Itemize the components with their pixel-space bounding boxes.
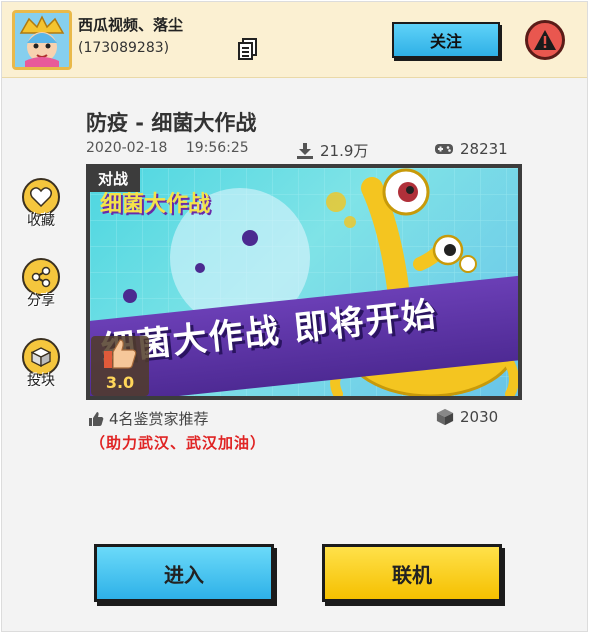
thumbs-up-icon [104,339,137,369]
enter-button[interactable]: 进入 [94,544,274,602]
rating-value: 3.0 [105,373,135,392]
document-icon[interactable] [238,38,258,60]
warning-icon [534,30,556,50]
game-title: 防疫 - 细菌大作战 [86,111,257,135]
download-icon [297,142,313,159]
recommend-info: 4名鉴赏家推荐 [88,408,209,429]
favorite-label: 收藏 [27,213,55,229]
publish-datetime: 2020-02-18 19:56:25 [86,140,249,156]
share-label: 分享 [27,293,55,309]
like-icon [89,411,104,426]
favorite-button[interactable]: 收藏 [21,178,61,230]
report-button[interactable] [525,20,565,60]
avatar-image [15,13,69,67]
rating-badge: 3.0 [91,336,149,396]
cube-count: 2030 [436,408,498,426]
author-header: 西瓜视频、落尘 (173089283) 关注 [2,2,587,78]
mode-tag: 对战 [86,164,140,192]
username: 西瓜视频、落尘 [78,16,184,34]
follow-button[interactable]: 关注 [392,22,500,58]
avatar[interactable] [12,10,72,70]
vote-cube-label: 投块 [27,373,55,389]
slogan-text: （助力武汉、武汉加油） [90,434,267,452]
player-count-value: 28231 [460,140,508,158]
cube-count-icon [436,408,454,426]
gamepad-icon [435,144,453,154]
publish-time: 19:56:25 [185,140,249,156]
recommend-text: 4名鉴赏家推荐 [109,410,209,428]
vote-cube-button[interactable]: 投块 [21,338,61,390]
game-cover-image[interactable]: 细菌大作战 即将开始 细菌大作战 [86,164,522,400]
user-id: (173089283) [78,40,170,56]
game-detail-panel: 西瓜视频、落尘 (173089283) 关注 防疫 - 细菌大作战 2020-0… [1,1,588,632]
download-count-value: 21.9万 [320,142,369,160]
cube-count-value: 2030 [460,408,499,426]
player-count: 28231 [434,140,508,158]
download-count: 21.9万 [296,140,368,161]
share-button[interactable]: 分享 [21,258,61,310]
online-play-button[interactable]: 联机 [322,544,502,602]
publish-date: 2020-02-18 [86,140,168,156]
